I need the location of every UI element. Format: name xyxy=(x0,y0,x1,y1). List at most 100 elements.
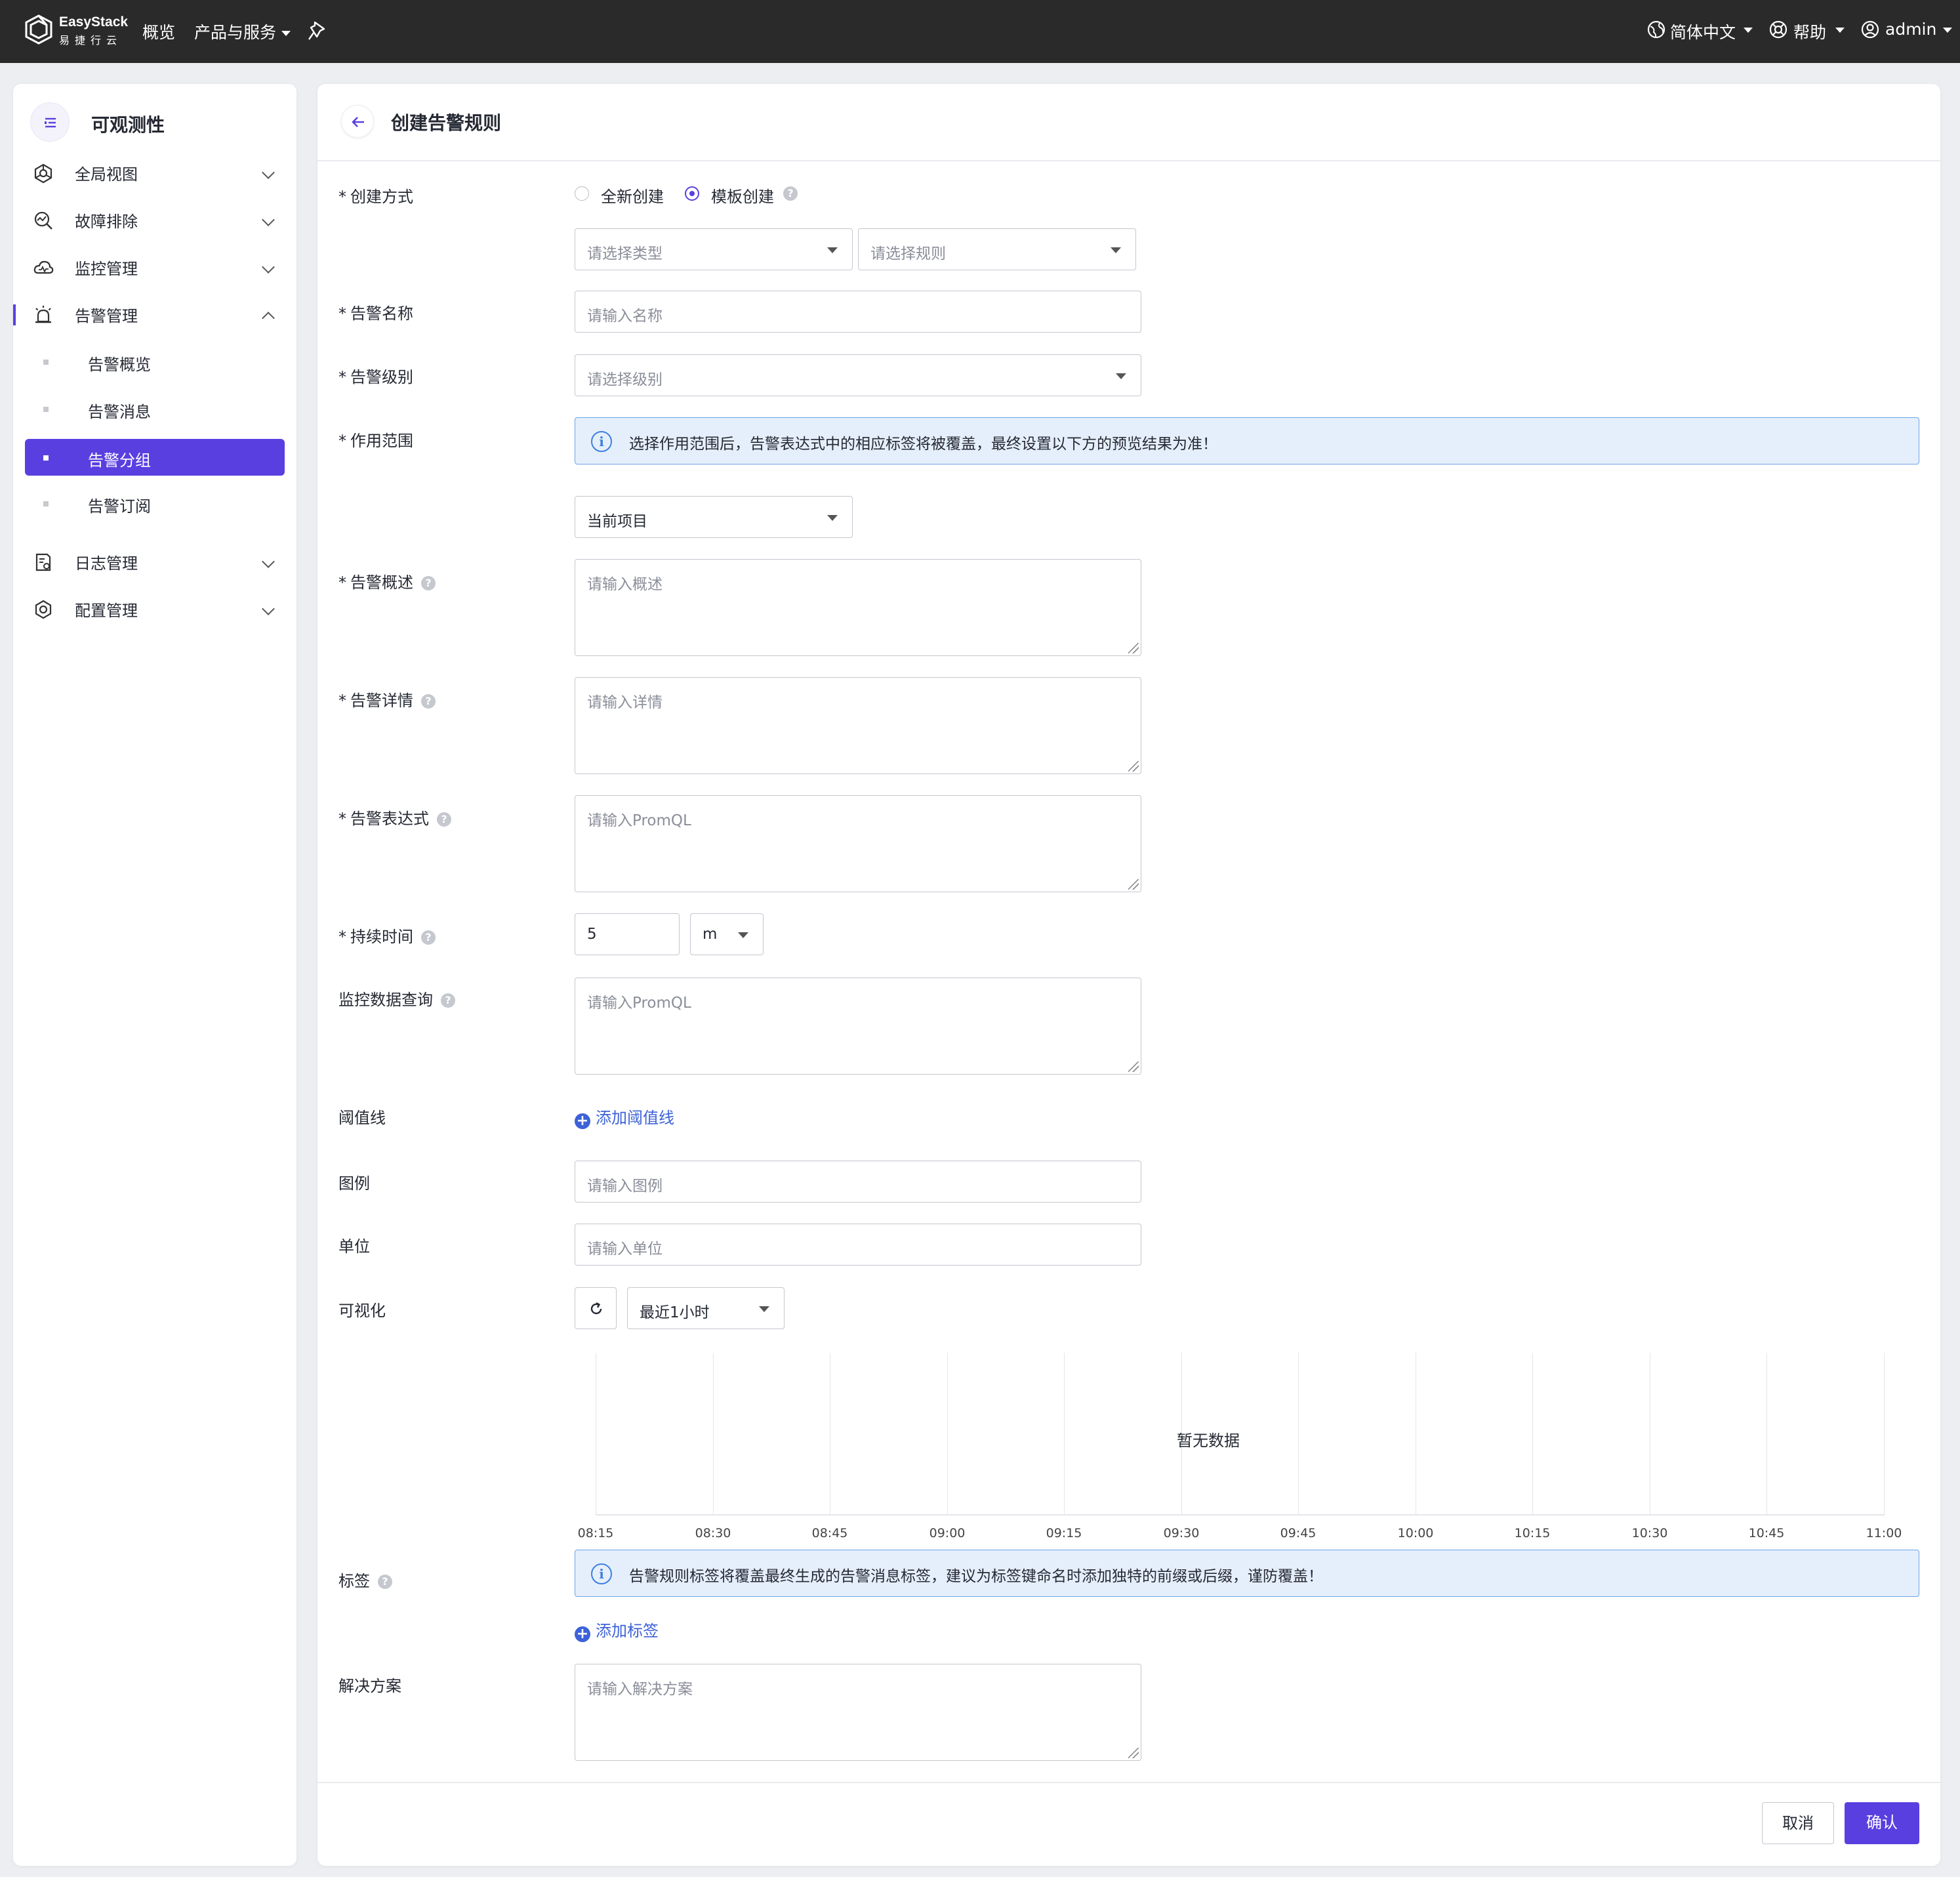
duration-label: * 持续时间? xyxy=(338,924,436,947)
rule-select[interactable]: 请选择规则 xyxy=(858,228,1136,270)
sidebar-item-monitoring[interactable]: 监控管理 xyxy=(13,247,296,287)
alarm-icon xyxy=(35,306,51,323)
x-tick-label: 09:45 xyxy=(1280,1526,1317,1540)
chevron-down-icon xyxy=(1744,28,1753,33)
log-file-icon xyxy=(35,553,51,571)
sidebar-collapse-button[interactable] xyxy=(30,102,70,142)
unit-input[interactable]: 请输入单位 xyxy=(575,1224,1141,1266)
time-range-select[interactable]: 最近1小时 xyxy=(627,1287,785,1329)
query-textarea[interactable]: 请输入PromQL xyxy=(575,978,1141,1075)
sidebar-title: 可观测性 xyxy=(91,114,165,136)
bullet-icon xyxy=(43,407,49,412)
resize-handle-icon[interactable] xyxy=(1128,1748,1139,1758)
input-placeholder: 请输入图例 xyxy=(587,1178,663,1195)
duration-unit-select[interactable]: m xyxy=(690,913,764,955)
question-icon[interactable]: ? xyxy=(441,993,455,1008)
input-placeholder: 请输入单位 xyxy=(587,1241,663,1258)
confirm-button[interactable]: 确认 xyxy=(1845,1802,1919,1844)
x-tick-label: 08:45 xyxy=(811,1526,848,1540)
resize-handle-icon[interactable] xyxy=(1128,1062,1139,1072)
info-text: 告警规则标签将覆盖最终生成的告警消息标签，建议为标签键命名时添加独特的前缀或后缀… xyxy=(629,1568,1323,1585)
question-icon[interactable]: ? xyxy=(378,1575,392,1589)
radio-circle xyxy=(575,186,589,201)
legend-input[interactable]: 请输入图例 xyxy=(575,1161,1141,1203)
type-select[interactable]: 请选择类型 xyxy=(575,228,853,270)
alarm-name-input[interactable]: 请输入名称 xyxy=(575,291,1141,333)
chart-gridline xyxy=(947,1353,948,1516)
x-tick-label: 09:15 xyxy=(1046,1526,1082,1540)
plus-circle-icon: + xyxy=(575,1113,590,1129)
sidebar-subitem-label: 告警分组 xyxy=(88,451,151,470)
sidebar-item-label: 配置管理 xyxy=(75,602,138,620)
top-bar: EasyStack 易捷行云 概览 产品与服务 简体中文 帮助 admin xyxy=(0,0,1960,63)
gear-icon xyxy=(35,600,52,619)
question-icon[interactable]: ? xyxy=(421,576,436,590)
select-placeholder: 请选择规则 xyxy=(870,245,946,262)
input-value: 5 xyxy=(587,926,597,943)
chart-gridline xyxy=(1532,1353,1533,1516)
sidebar-item-logs[interactable]: 日志管理 xyxy=(13,541,296,582)
nav-overview[interactable]: 概览 xyxy=(142,20,175,43)
info-icon: i xyxy=(591,431,612,452)
sidebar-item-alarm[interactable]: 告警管理 xyxy=(13,294,296,335)
alarm-name-label: * 告警名称 xyxy=(338,304,413,323)
summary-label: * 告警概述? xyxy=(338,569,436,592)
x-tick-label: 10:30 xyxy=(1631,1526,1668,1540)
resize-handle-icon[interactable] xyxy=(1128,643,1139,653)
tags-info-alert: i 告警规则标签将覆盖最终生成的告警消息标签，建议为标签键命名时添加独特的前缀或… xyxy=(575,1550,1919,1597)
bullet-icon xyxy=(43,360,49,365)
sidebar-item-troubleshoot[interactable]: 故障排除 xyxy=(13,199,296,240)
pin-icon[interactable] xyxy=(307,20,328,42)
select-value: m xyxy=(703,926,718,943)
x-tick-label: 11:00 xyxy=(1866,1526,1902,1540)
sidebar-item-label: 监控管理 xyxy=(75,260,138,278)
create-method-label: * 创建方式 xyxy=(338,188,413,206)
scope-select[interactable]: 当前项目 xyxy=(575,496,853,538)
select-value: 当前项目 xyxy=(587,513,647,530)
radio-label: 模板创建 xyxy=(711,188,774,206)
chevron-down-icon xyxy=(1943,28,1952,33)
arrow-left-icon xyxy=(352,117,364,127)
refresh-button[interactable] xyxy=(575,1287,617,1329)
alarm-level-select[interactable]: 请选择级别 xyxy=(575,354,1141,396)
cancel-button[interactable]: 取消 xyxy=(1762,1802,1834,1844)
solution-textarea[interactable]: 请输入解决方案 xyxy=(575,1664,1141,1761)
easystack-logo[interactable]: EasyStack 易捷行云 xyxy=(24,13,128,49)
x-tick-label: 09:00 xyxy=(929,1526,966,1540)
nav-products-menu[interactable]: 产品与服务 xyxy=(194,20,291,43)
back-button[interactable] xyxy=(341,105,374,138)
add-threshold-link[interactable]: + 添加阈值线 xyxy=(575,1105,674,1129)
scope-label: * 作用范围 xyxy=(338,432,413,450)
resize-handle-icon[interactable] xyxy=(1128,879,1139,890)
textarea-placeholder: 请输入详情 xyxy=(587,694,663,711)
sidebar-subitem-alarm-groups[interactable]: 告警分组 xyxy=(25,439,285,476)
chevron-down-icon xyxy=(281,31,291,36)
summary-textarea[interactable]: 请输入概述 xyxy=(575,559,1141,656)
sidebar-item-config[interactable]: 配置管理 xyxy=(13,588,296,629)
chart-gridline xyxy=(713,1353,714,1516)
expression-textarea[interactable]: 请输入PromQL xyxy=(575,795,1141,892)
sidebar-item-global-view[interactable]: 全局视图 xyxy=(13,152,296,193)
page-header: 创建告警规则 xyxy=(317,84,1940,161)
question-icon[interactable]: ? xyxy=(421,694,436,709)
sidebar-subitem-alarm-subscriptions[interactable]: 告警订阅 xyxy=(25,485,285,522)
chart-gridline xyxy=(1064,1353,1065,1516)
chevron-down-icon xyxy=(1835,28,1845,33)
question-icon[interactable]: ? xyxy=(783,186,798,201)
sidebar: 可观测性 全局视图 故障排除 监控管理 告警管理 告警概览 告警消息 告警分组 … xyxy=(13,84,296,1866)
sidebar-subitem-alarm-messages[interactable]: 告警消息 xyxy=(25,390,285,427)
page-title: 创建告警规则 xyxy=(391,112,502,134)
question-icon[interactable]: ? xyxy=(421,930,436,945)
resize-handle-icon[interactable] xyxy=(1128,761,1139,772)
list-icon xyxy=(45,117,56,128)
add-tag-link[interactable]: + 添加标签 xyxy=(575,1618,659,1642)
duration-input[interactable]: 5 xyxy=(575,913,680,955)
sidebar-subitem-label: 告警消息 xyxy=(88,403,151,421)
hexagon-icon xyxy=(34,163,52,184)
unit-label: 单位 xyxy=(338,1237,370,1256)
radio-circle-checked xyxy=(685,186,699,201)
question-icon[interactable]: ? xyxy=(437,812,451,827)
sidebar-subitem-alarm-overview[interactable]: 告警概览 xyxy=(25,343,285,380)
dropdown-arrow-icon xyxy=(1111,247,1121,253)
detail-textarea[interactable]: 请输入详情 xyxy=(575,677,1141,774)
